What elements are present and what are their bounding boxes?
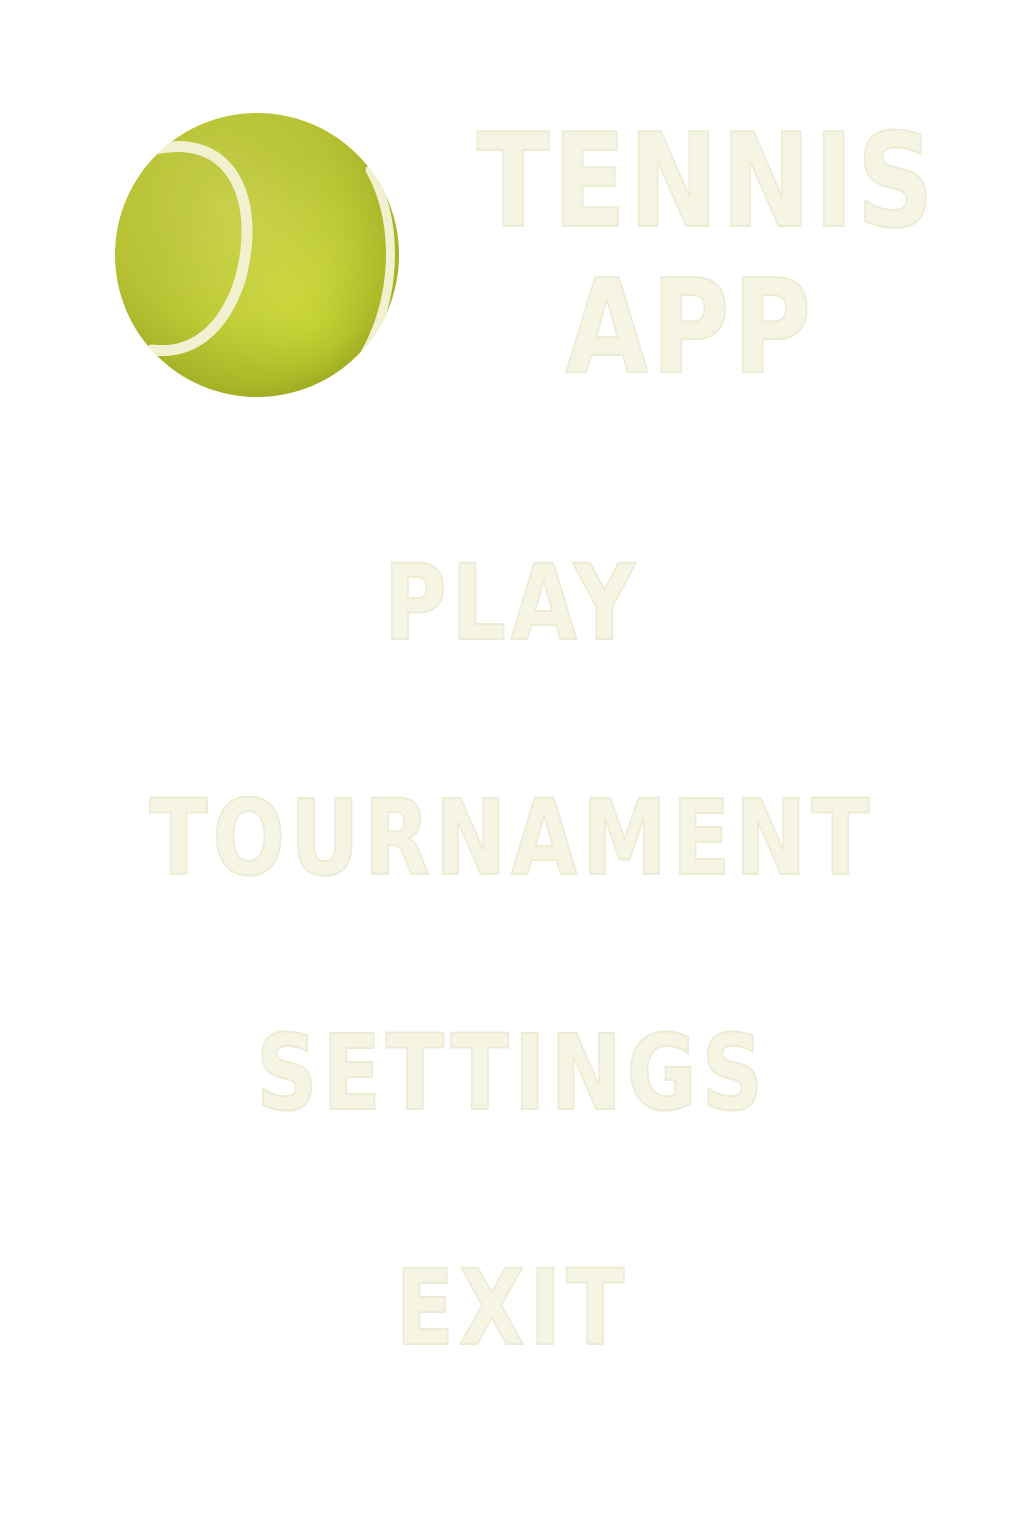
tournament-button[interactable]: TOURNAMENT (0, 777, 1024, 899)
main-menu-screen: TENNIS APP PLAY TOURNAMENT SETTINGS EXIT (0, 0, 1024, 1536)
exit-button[interactable]: EXIT (0, 1247, 1024, 1369)
settings-button-label: SETTINGS (255, 1012, 768, 1134)
main-menu: PLAY TOURNAMENT SETTINGS EXIT (0, 0, 1024, 1536)
settings-button[interactable]: SETTINGS (0, 1012, 1024, 1134)
exit-button-label: EXIT (394, 1247, 629, 1369)
play-button-label: PLAY (383, 542, 641, 664)
tournament-button-label: TOURNAMENT (149, 777, 875, 899)
play-button[interactable]: PLAY (0, 542, 1024, 664)
